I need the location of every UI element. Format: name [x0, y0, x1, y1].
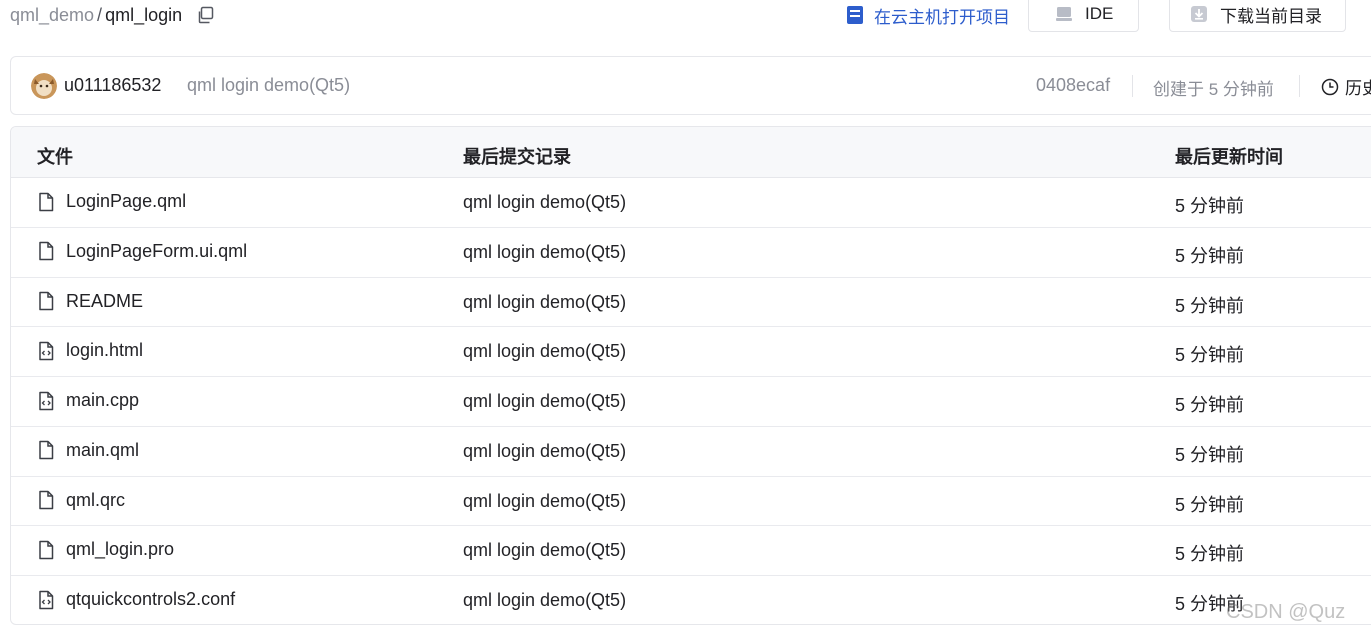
- header-last-commit: 最后提交记录: [463, 147, 571, 167]
- download-label: 下载当前目录: [1220, 6, 1322, 26]
- top-bar: qml_demo / qml_login 在云主机打开项目 IDE 下载当前目录: [0, 0, 1371, 34]
- table-row[interactable]: README qml login demo(Qt5) 5 分钟前: [11, 278, 1371, 328]
- file-icon: [37, 540, 66, 560]
- code-file-icon: [37, 341, 66, 361]
- file-link[interactable]: LoginPageForm.ui.qml: [37, 241, 247, 262]
- file-link[interactable]: README: [37, 291, 143, 312]
- file-updated-time: 5 分钟前: [1175, 444, 1245, 465]
- open-in-cloud-button[interactable]: 在云主机打开项目: [846, 3, 1010, 27]
- file-link[interactable]: LoginPage.qml: [37, 191, 186, 212]
- file-updated-time: 5 分钟前: [1175, 295, 1245, 316]
- breadcrumb-separator: /: [97, 5, 103, 25]
- code-file-icon: [37, 391, 66, 411]
- file-name: main.cpp: [66, 390, 140, 410]
- file-link[interactable]: qml_login.pro: [37, 539, 174, 560]
- commit-hash[interactable]: 0408ecaf: [1036, 75, 1110, 96]
- file-updated-time: 5 分钟前: [1175, 395, 1245, 415]
- commit-author[interactable]: u011186532: [64, 75, 161, 96]
- code-file-icon: [37, 590, 66, 610]
- table-row[interactable]: main.cpp qml login demo(Qt5) 5 分钟前: [11, 377, 1371, 427]
- cloud-host-icon: [847, 6, 863, 24]
- file-name: qtquickcontrols2.conf: [66, 589, 236, 609]
- table-row[interactable]: LoginPage.qml qml login demo(Qt5) 5 分钟前: [11, 178, 1371, 228]
- latest-commit-bar: u011186532 qml login demo(Qt5) 0408ecaf …: [10, 56, 1371, 115]
- file-commit-message[interactable]: qml login demo(Qt5): [463, 590, 626, 611]
- file-icon: [37, 192, 66, 212]
- table-row[interactable]: qml_login.pro qml login demo(Qt5) 5 分钟前: [11, 526, 1371, 576]
- avatar[interactable]: [31, 73, 57, 99]
- file-commit-message[interactable]: qml login demo(Qt5): [463, 491, 626, 512]
- file-name: README: [66, 290, 144, 311]
- file-commit-message[interactable]: qml login demo(Qt5): [463, 540, 626, 561]
- history-link[interactable]: 历史: [1321, 74, 1371, 99]
- file-commit-message[interactable]: qml login demo(Qt5): [463, 192, 626, 213]
- table-row[interactable]: LoginPageForm.ui.qml qml login demo(Qt5) 5…: [11, 228, 1371, 278]
- file-commit-message[interactable]: qml login demo(Qt5): [463, 391, 626, 412]
- file-updated-time: 5 分钟前: [1175, 345, 1245, 366]
- file-name: main.qml: [66, 439, 140, 460]
- file-icon: [37, 291, 66, 311]
- file-updated-time: 5 分钟前: [1175, 196, 1245, 216]
- table-row[interactable]: login.html qml login demo(Qt5) 5 分钟前: [11, 327, 1371, 377]
- open-in-cloud-label: 在云主机打开项目: [874, 7, 1010, 27]
- download-directory-button[interactable]: 下载当前目录: [1169, 0, 1346, 32]
- file-name: login.html: [66, 340, 144, 361]
- file-link[interactable]: qtquickcontrols2.conf: [37, 589, 235, 610]
- file-link[interactable]: login.html: [37, 340, 143, 361]
- file-name: qml.qrc: [66, 489, 126, 510]
- divider: [1299, 75, 1300, 97]
- file-commit-message[interactable]: qml login demo(Qt5): [463, 242, 626, 263]
- history-label: 历史: [1345, 79, 1371, 98]
- file-link[interactable]: qml.qrc: [37, 490, 125, 511]
- commit-created-time: 创建于 5 分钟前: [1153, 80, 1274, 99]
- file-name: LoginPageForm.ui.qml: [66, 240, 248, 261]
- file-name: qml_login.pro: [66, 539, 175, 560]
- table-row[interactable]: qml.qrc qml login demo(Qt5) 5 分钟前: [11, 477, 1371, 527]
- table-body: LoginPage.qml qml login demo(Qt5) 5 分钟前 Log…: [11, 178, 1371, 624]
- divider: [1132, 75, 1133, 97]
- breadcrumb: qml_demo / qml_login: [10, 4, 214, 26]
- header-last-updated: 最后更新时间: [1175, 147, 1283, 167]
- file-table: 文件 最后提交记录 最后更新时间 LoginPage.qml qml login …: [10, 126, 1371, 625]
- file-updated-time: 5 分钟前: [1175, 544, 1245, 565]
- download-icon: [1191, 6, 1207, 22]
- file-commit-message[interactable]: qml login demo(Qt5): [463, 292, 626, 313]
- copy-icon[interactable]: [196, 6, 214, 24]
- file-commit-message[interactable]: qml login demo(Qt5): [463, 441, 626, 462]
- table-row[interactable]: qtquickcontrols2.conf qml login demo(Qt5)…: [11, 576, 1371, 624]
- ide-button[interactable]: IDE: [1028, 0, 1139, 32]
- table-header: 文件 最后提交记录 最后更新时间: [11, 127, 1371, 178]
- watermark: CSDN @Quz: [1226, 601, 1346, 623]
- header-file: 文件: [37, 147, 73, 167]
- file-name: LoginPage.qml: [66, 191, 187, 211]
- file-updated-time: 5 分钟前: [1175, 245, 1245, 266]
- file-updated-time: 5 分钟前: [1175, 494, 1245, 515]
- file-link[interactable]: main.qml: [37, 440, 139, 461]
- file-commit-message[interactable]: qml login demo(Qt5): [463, 341, 626, 362]
- table-row[interactable]: main.qml qml login demo(Qt5) 5 分钟前: [11, 427, 1371, 477]
- breadcrumb-repo: qml_login: [105, 5, 183, 25]
- clock-icon: [1321, 78, 1339, 95]
- file-icon: [37, 440, 66, 460]
- breadcrumb-owner-link[interactable]: qml_demo: [10, 4, 94, 26]
- file-icon: [37, 490, 66, 510]
- ide-label: IDE: [1085, 4, 1114, 23]
- ide-icon: [1056, 7, 1072, 21]
- commit-message[interactable]: qml login demo(Qt5): [187, 75, 350, 96]
- file-icon: [37, 241, 66, 261]
- file-link[interactable]: main.cpp: [37, 390, 139, 411]
